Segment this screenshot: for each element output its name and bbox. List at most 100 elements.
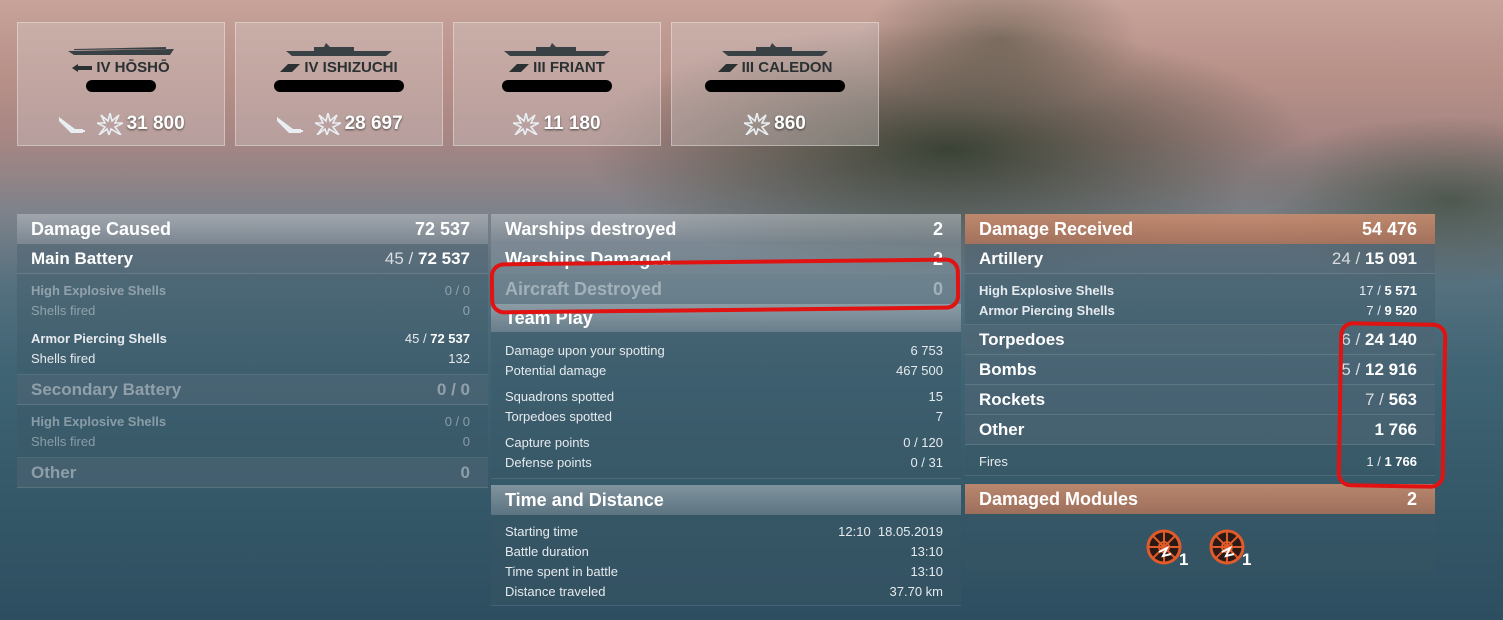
ship-damage-value: 31 800 [126, 113, 185, 134]
warships-damaged-row: Warships Damaged 2 [491, 244, 961, 274]
sb-he-fired-label: Shells fired [31, 433, 96, 449]
redacted-player-name [705, 80, 845, 92]
artillery-details: High Explosive Shells 17 / 5 571 Armor P… [965, 274, 1435, 325]
ship-name: FRIANT [549, 59, 605, 76]
main-battery-details: High Explosive Shells 0 / 0 Shells fired… [17, 274, 488, 375]
torpedo-hit-icon [59, 117, 86, 133]
fires-details: Fires 1 / 1 766 [965, 445, 1435, 476]
ship-tier: III [741, 59, 755, 76]
damage-explosion-icon [744, 113, 771, 135]
ship-name: CALEDON [758, 59, 833, 76]
cruiser-class-icon [717, 64, 738, 73]
ship-card-ishizuchi[interactable]: IV ISHIZUCHI 28 697 [235, 22, 443, 146]
warships-damaged-label: Warships Damaged [505, 248, 672, 269]
mb-he-fired-label: Shells fired [31, 302, 96, 318]
ship-name: ISHIZUCHI [322, 59, 398, 76]
secondary-damage: 0 [460, 379, 470, 399]
team-play-header: Team Play [491, 304, 961, 332]
team-play-details: Damage upon your spotting 6 753 Potential… [491, 332, 961, 479]
redacted-player-name [502, 80, 612, 92]
module-damage-count: 1 [1242, 550, 1252, 569]
sb-he-fired-value: 0 [462, 433, 470, 449]
sb-he-shells-row: High Explosive Shells 0 / 0 [31, 413, 470, 429]
damage-explosion-icon [96, 113, 123, 135]
ship-damage-value: 11 180 [543, 113, 601, 134]
damage-received-total: 54 476 [1361, 218, 1417, 239]
torpedoes-received-row: Torpedoes 6 / 24 140 [965, 325, 1435, 355]
redacted-player-name [86, 80, 156, 92]
steering-gear-damaged-icon [1209, 529, 1245, 565]
damage-caused-title: Damage Caused [31, 218, 172, 239]
sb-he-label: High Explosive Shells [31, 413, 167, 429]
carrier-silhouette-icon [68, 47, 174, 55]
secondary-battery-label: Secondary Battery [31, 379, 182, 399]
ship-damage-value: 28 697 [344, 113, 403, 134]
rockets-received-row: Rockets 7 / 563 [965, 385, 1435, 415]
damaged-modules-list: 1 1 [965, 514, 1435, 574]
battleship-class-icon [280, 64, 301, 73]
secondary-battery-details: High Explosive Shells 0 / 0 Shells fired… [17, 405, 488, 458]
time-distance-row: Battle duration 13:10 [505, 543, 943, 559]
damaged-modules-title: Damaged Modules [979, 488, 1139, 509]
mb-he-fired-value: 0 [462, 302, 470, 318]
ship-card-hosho[interactable]: IV HŌSHŌ 31 800 [17, 22, 225, 146]
aircraft-destroyed-row: Aircraft Destroyed 0 [491, 274, 961, 304]
cruiser-class-icon [509, 64, 530, 73]
steering-gear-damaged-icon [1146, 529, 1182, 565]
mb-ap-fired-label: Shells fired [31, 350, 96, 366]
torpedo-hit-icon [277, 117, 304, 133]
mb-ap-fired-value: 132 [448, 350, 470, 366]
cruiser-silhouette-icon [504, 43, 610, 56]
bombs-received-row: Bombs 5 / 12 916 [965, 355, 1435, 385]
mb-he-damage: 0 [462, 282, 470, 298]
time-distance-header: Time and Distance [491, 485, 961, 515]
team-play-title: Team Play [505, 307, 593, 328]
main-battery-damage: 72 537 [418, 248, 470, 268]
ship-tier: IV [304, 59, 319, 76]
team-play-row: Capture points 0 / 120 [505, 434, 943, 450]
time-distance-details: Starting time 12:10 18.05.2019 Battle dur… [491, 515, 961, 606]
sb-he-hits: 0 [444, 413, 452, 429]
team-play-row: Damage upon your spotting 6 753 [505, 342, 943, 358]
damaged-modules-total: 2 [1406, 488, 1417, 509]
battleship-silhouette-icon [286, 43, 392, 56]
mb-ap-hits: 45 [404, 330, 420, 346]
other-received-row: Other 1 766 [965, 415, 1435, 445]
main-battery-label: Main Battery [31, 248, 134, 268]
ship-damage-value: 860 [774, 113, 806, 134]
mb-ap-shells-row: Armor Piercing Shells 45 / 72 537 [31, 330, 470, 346]
sb-he-damage: 0 [462, 413, 470, 429]
damage-explosion-icon [513, 113, 540, 135]
time-distance-row: Starting time 12:10 18.05.2019 [505, 523, 943, 539]
cruiser-silhouette-icon [722, 43, 828, 56]
other-caused-label: Other [31, 462, 77, 482]
other-caused-value: 0 [460, 462, 470, 482]
team-play-row: Potential damage 467 500 [505, 362, 943, 378]
module-damage-count: 1 [1179, 550, 1189, 569]
team-play-row: Squadrons spotted 15 [505, 388, 943, 404]
received-he-row: High Explosive Shells 17 / 5 571 [979, 282, 1417, 298]
aircraft-carrier-class-icon [72, 64, 93, 73]
sb-he-fired-row: Shells fired 0 [31, 431, 470, 451]
time-distance-row: Time spent in battle 13:10 [505, 563, 943, 579]
ship-card-caledon[interactable]: III CALEDON 860 [671, 22, 879, 146]
mb-he-fired-row: Shells fired 0 [31, 300, 470, 320]
aircraft-destroyed-value: 0 [932, 278, 943, 299]
mb-ap-fired-row: Shells fired 132 [31, 348, 470, 368]
ship-tier: IV [96, 59, 111, 76]
warships-damaged-value: 2 [932, 248, 943, 269]
damage-caused-header: Damage Caused 72 537 [17, 214, 488, 244]
ship-name: HŌSHŌ [114, 59, 170, 76]
warships-destroyed-value: 2 [932, 218, 943, 239]
damage-received-title: Damage Received [979, 218, 1134, 239]
team-play-row: Defense points 0 / 31 [505, 454, 943, 470]
artillery-row: Artillery 24 / 15 091 [965, 244, 1435, 274]
damage-received-header: Damage Received 54 476 [965, 214, 1435, 244]
main-battery-row: Main Battery 45 / 72 537 [17, 244, 488, 274]
damage-caused-total: 72 537 [414, 218, 470, 239]
time-distance-title: Time and Distance [505, 489, 664, 510]
ship-card-friant[interactable]: III FRIANT 11 180 [453, 22, 661, 146]
damage-explosion-icon [314, 113, 341, 135]
secondary-battery-row: Secondary Battery 0 / 0 [17, 375, 488, 405]
secondary-hits: 0 [436, 379, 447, 399]
